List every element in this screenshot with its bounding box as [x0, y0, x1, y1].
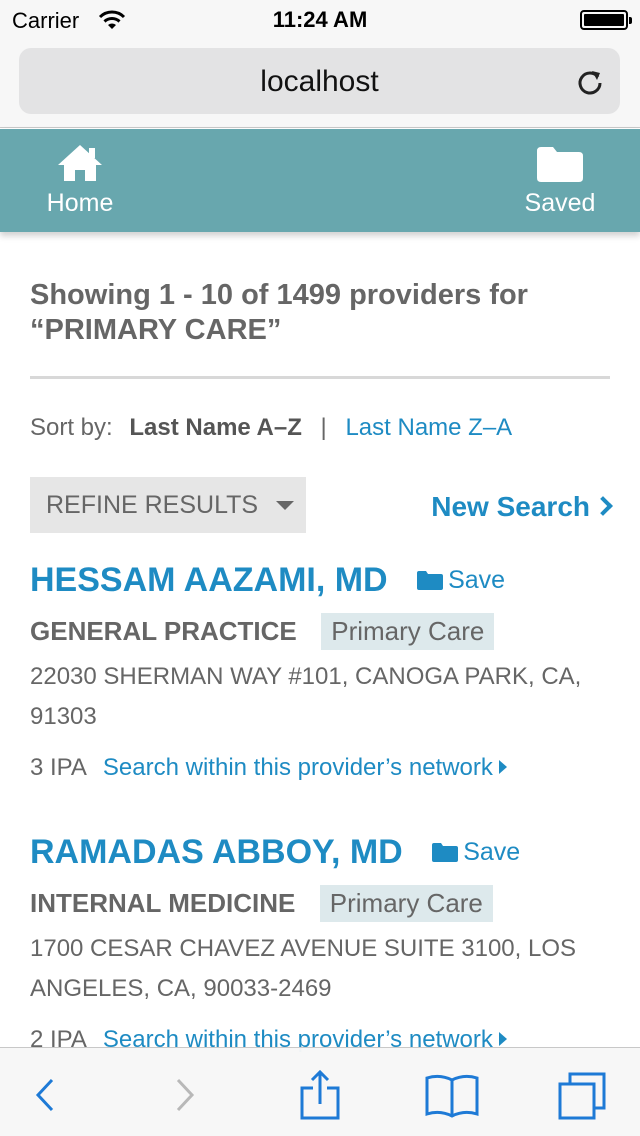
- folder-icon: [537, 147, 583, 182]
- provider-card: RAMADAS ABBOY, MD Save INTERNAL MEDICINE…: [30, 833, 610, 1057]
- refine-results-label: REFINE RESULTS: [46, 491, 259, 519]
- provider-name[interactable]: RAMADAS ABBOY, MD: [30, 833, 403, 871]
- sort-option-active[interactable]: Last Name A–Z: [129, 414, 302, 441]
- refine-results-button[interactable]: REFINE RESULTS: [30, 477, 306, 533]
- folder-icon: [432, 843, 459, 862]
- triangle-right-icon: [498, 760, 507, 774]
- browser-toolbar: [0, 1047, 640, 1136]
- chevron-right-icon: [593, 496, 613, 516]
- divider: [30, 376, 610, 379]
- results-content: Showing 1 - 10 of 1499 providers for “PR…: [30, 232, 613, 1057]
- battery-icon: [580, 10, 632, 30]
- category-tag: Primary Care: [319, 885, 493, 922]
- network-search-link[interactable]: Search within this provider’s network: [103, 754, 507, 781]
- new-search-link[interactable]: New Search: [431, 491, 613, 523]
- results-actions: REFINE RESULTS New Search: [30, 477, 613, 533]
- provider-address: 22030 SHERMAN WAY #101, CANOGA PARK, CA,…: [30, 663, 582, 730]
- folder-icon: [417, 571, 444, 590]
- home-label: Home: [46, 189, 114, 217]
- forward-icon[interactable]: [158, 1070, 214, 1120]
- app-header: Home Saved: [0, 129, 640, 232]
- provider-name[interactable]: HESSAM AAZAMI, MD: [30, 561, 388, 599]
- bookmarks-icon[interactable]: [424, 1070, 480, 1120]
- saved-button[interactable]: Saved: [500, 143, 620, 218]
- browser-address-area: localhost: [0, 40, 640, 128]
- url-text: localhost: [260, 65, 379, 98]
- caret-down-icon: [276, 501, 294, 510]
- provider-address: 1700 CESAR CHAVEZ AVENUE SUITE 3100, LOS…: [30, 935, 576, 1002]
- ipa-count: 3 IPA: [30, 754, 87, 781]
- clock: 11:24 AM: [272, 7, 368, 32]
- sort-option-z-a[interactable]: Last Name Z–A: [345, 414, 512, 441]
- home-button[interactable]: Home: [20, 143, 140, 218]
- new-search-label: New Search: [431, 491, 590, 522]
- save-label: Save: [448, 566, 506, 594]
- address-bar[interactable]: localhost: [19, 48, 620, 114]
- status-bar: Carrier 11:24 AM: [0, 0, 640, 40]
- category-tag: Primary Care: [321, 613, 495, 650]
- save-button[interactable]: Save: [431, 838, 520, 867]
- back-icon[interactable]: [22, 1070, 78, 1120]
- provider-card: HESSAM AAZAMI, MD Save GENERAL PRACTICE …: [30, 561, 610, 785]
- results-heading: Showing 1 - 10 of 1499 providers for “PR…: [30, 279, 528, 346]
- save-label: Save: [463, 838, 521, 866]
- sort-row: Sort by: Last Name A–Z | Last Name Z–A: [30, 411, 610, 445]
- network-search-label: Search within this provider’s network: [102, 754, 493, 781]
- reload-icon[interactable]: [576, 68, 604, 96]
- sort-label: Sort by:: [30, 414, 113, 441]
- saved-label: Saved: [524, 189, 596, 217]
- tabs-icon[interactable]: [556, 1070, 612, 1120]
- home-icon: [58, 145, 102, 181]
- provider-specialty: GENERAL PRACTICE: [30, 616, 297, 646]
- save-button[interactable]: Save: [416, 566, 505, 595]
- triangle-right-icon: [498, 1032, 507, 1046]
- sort-separator: |: [320, 414, 327, 441]
- provider-specialty: INTERNAL MEDICINE: [30, 888, 296, 918]
- share-icon[interactable]: [292, 1070, 348, 1120]
